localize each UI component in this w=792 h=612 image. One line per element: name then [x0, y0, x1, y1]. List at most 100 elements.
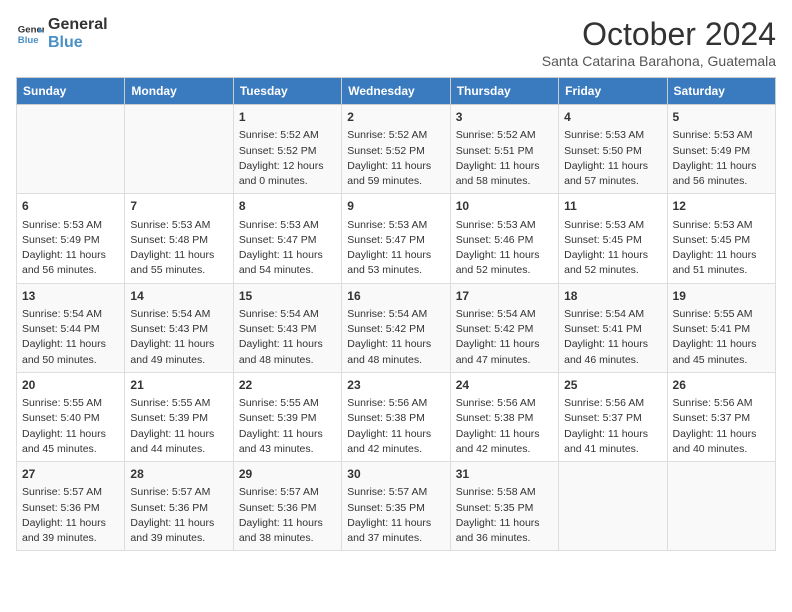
- day-info: Sunrise: 5:52 AM: [239, 128, 336, 143]
- day-info: Sunrise: 5:53 AM: [456, 218, 553, 233]
- day-info: Sunset: 5:39 PM: [130, 411, 227, 426]
- calendar-cell: [17, 105, 125, 194]
- day-info: Daylight: 11 hours: [673, 337, 770, 352]
- calendar-cell: 27Sunrise: 5:57 AMSunset: 5:36 PMDayligh…: [17, 462, 125, 551]
- day-info: Daylight: 11 hours: [456, 248, 553, 263]
- day-info: Sunrise: 5:56 AM: [673, 396, 770, 411]
- calendar-cell: 12Sunrise: 5:53 AMSunset: 5:45 PMDayligh…: [667, 194, 775, 283]
- day-info: Daylight: 11 hours: [347, 337, 444, 352]
- calendar-week-1: 1Sunrise: 5:52 AMSunset: 5:52 PMDaylight…: [17, 105, 776, 194]
- day-info: and 41 minutes.: [564, 442, 661, 457]
- calendar-cell: 20Sunrise: 5:55 AMSunset: 5:40 PMDayligh…: [17, 372, 125, 461]
- day-info: and 38 minutes.: [239, 531, 336, 546]
- day-info: and 56 minutes.: [22, 263, 119, 278]
- day-info: Daylight: 11 hours: [22, 427, 119, 442]
- calendar-cell: 11Sunrise: 5:53 AMSunset: 5:45 PMDayligh…: [559, 194, 667, 283]
- day-info: Sunrise: 5:54 AM: [347, 307, 444, 322]
- day-info: Daylight: 12 hours: [239, 159, 336, 174]
- day-info: Sunset: 5:52 PM: [347, 144, 444, 159]
- day-info: and 59 minutes.: [347, 174, 444, 189]
- calendar-cell: 19Sunrise: 5:55 AMSunset: 5:41 PMDayligh…: [667, 283, 775, 372]
- day-number: 9: [347, 198, 444, 215]
- title-block: October 2024 Santa Catarina Barahona, Gu…: [542, 16, 776, 69]
- day-info: Daylight: 11 hours: [347, 248, 444, 263]
- calendar-cell: 24Sunrise: 5:56 AMSunset: 5:38 PMDayligh…: [450, 372, 558, 461]
- day-info: Daylight: 11 hours: [456, 337, 553, 352]
- day-info: Daylight: 11 hours: [130, 427, 227, 442]
- day-info: and 49 minutes.: [130, 353, 227, 368]
- calendar-cell: 16Sunrise: 5:54 AMSunset: 5:42 PMDayligh…: [342, 283, 450, 372]
- day-info: and 54 minutes.: [239, 263, 336, 278]
- calendar-cell: 1Sunrise: 5:52 AMSunset: 5:52 PMDaylight…: [233, 105, 341, 194]
- calendar-cell: [559, 462, 667, 551]
- day-info: Sunset: 5:47 PM: [239, 233, 336, 248]
- calendar-cell: 4Sunrise: 5:53 AMSunset: 5:50 PMDaylight…: [559, 105, 667, 194]
- day-number: 7: [130, 198, 227, 215]
- day-info: Daylight: 11 hours: [347, 427, 444, 442]
- day-number: 17: [456, 288, 553, 305]
- day-info: and 40 minutes.: [673, 442, 770, 457]
- day-info: Sunrise: 5:53 AM: [673, 218, 770, 233]
- calendar-cell: 9Sunrise: 5:53 AMSunset: 5:47 PMDaylight…: [342, 194, 450, 283]
- col-header-tuesday: Tuesday: [233, 78, 341, 105]
- day-info: Sunrise: 5:53 AM: [564, 128, 661, 143]
- day-number: 19: [673, 288, 770, 305]
- day-info: Sunrise: 5:54 AM: [239, 307, 336, 322]
- day-info: Daylight: 11 hours: [456, 516, 553, 531]
- calendar-cell: 23Sunrise: 5:56 AMSunset: 5:38 PMDayligh…: [342, 372, 450, 461]
- location: Santa Catarina Barahona, Guatemala: [542, 53, 776, 69]
- calendar-cell: 8Sunrise: 5:53 AMSunset: 5:47 PMDaylight…: [233, 194, 341, 283]
- day-info: Daylight: 11 hours: [130, 516, 227, 531]
- day-info: Sunset: 5:44 PM: [22, 322, 119, 337]
- day-info: Daylight: 11 hours: [347, 516, 444, 531]
- calendar-cell: 26Sunrise: 5:56 AMSunset: 5:37 PMDayligh…: [667, 372, 775, 461]
- day-info: and 42 minutes.: [347, 442, 444, 457]
- day-info: Sunset: 5:38 PM: [456, 411, 553, 426]
- day-info: and 48 minutes.: [239, 353, 336, 368]
- day-info: Daylight: 11 hours: [239, 337, 336, 352]
- day-number: 25: [564, 377, 661, 394]
- day-info: Sunrise: 5:53 AM: [239, 218, 336, 233]
- calendar-cell: 18Sunrise: 5:54 AMSunset: 5:41 PMDayligh…: [559, 283, 667, 372]
- day-number: 15: [239, 288, 336, 305]
- day-info: Sunrise: 5:55 AM: [22, 396, 119, 411]
- day-info: Sunrise: 5:58 AM: [456, 485, 553, 500]
- day-info: Sunset: 5:51 PM: [456, 144, 553, 159]
- day-number: 26: [673, 377, 770, 394]
- day-info: Sunrise: 5:53 AM: [347, 218, 444, 233]
- calendar-cell: 17Sunrise: 5:54 AMSunset: 5:42 PMDayligh…: [450, 283, 558, 372]
- day-info: Sunset: 5:40 PM: [22, 411, 119, 426]
- calendar-table: SundayMondayTuesdayWednesdayThursdayFrid…: [16, 77, 776, 551]
- calendar-cell: 5Sunrise: 5:53 AMSunset: 5:49 PMDaylight…: [667, 105, 775, 194]
- day-info: and 37 minutes.: [347, 531, 444, 546]
- day-info: Sunset: 5:35 PM: [347, 501, 444, 516]
- calendar-cell: 29Sunrise: 5:57 AMSunset: 5:36 PMDayligh…: [233, 462, 341, 551]
- day-number: 3: [456, 109, 553, 126]
- day-number: 21: [130, 377, 227, 394]
- day-info: Sunrise: 5:57 AM: [130, 485, 227, 500]
- day-info: Sunset: 5:42 PM: [347, 322, 444, 337]
- day-info: Sunset: 5:36 PM: [130, 501, 227, 516]
- col-header-thursday: Thursday: [450, 78, 558, 105]
- calendar-cell: 28Sunrise: 5:57 AMSunset: 5:36 PMDayligh…: [125, 462, 233, 551]
- calendar-cell: 2Sunrise: 5:52 AMSunset: 5:52 PMDaylight…: [342, 105, 450, 194]
- day-info: Sunset: 5:37 PM: [564, 411, 661, 426]
- day-info: Sunrise: 5:55 AM: [239, 396, 336, 411]
- day-info: Daylight: 11 hours: [22, 516, 119, 531]
- day-info: Sunset: 5:45 PM: [673, 233, 770, 248]
- col-header-monday: Monday: [125, 78, 233, 105]
- day-info: Sunrise: 5:54 AM: [130, 307, 227, 322]
- day-info: Sunset: 5:43 PM: [239, 322, 336, 337]
- day-info: and 39 minutes.: [22, 531, 119, 546]
- day-info: Sunset: 5:52 PM: [239, 144, 336, 159]
- day-info: Sunrise: 5:55 AM: [130, 396, 227, 411]
- day-number: 13: [22, 288, 119, 305]
- day-number: 14: [130, 288, 227, 305]
- day-info: and 52 minutes.: [456, 263, 553, 278]
- day-number: 18: [564, 288, 661, 305]
- day-info: Daylight: 11 hours: [22, 248, 119, 263]
- day-info: Sunrise: 5:53 AM: [130, 218, 227, 233]
- calendar-week-5: 27Sunrise: 5:57 AMSunset: 5:36 PMDayligh…: [17, 462, 776, 551]
- calendar-cell: [125, 105, 233, 194]
- logo-line2: Blue: [48, 34, 108, 52]
